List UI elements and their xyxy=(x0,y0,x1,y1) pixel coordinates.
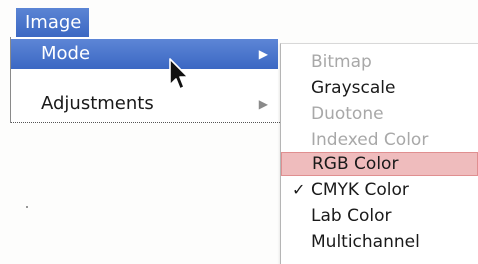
triangle-right-icon: ▶ xyxy=(258,97,268,111)
submenu-item-grayscale[interactable]: Grayscale xyxy=(281,76,478,100)
submenu-item-label: RGB Color xyxy=(312,154,399,174)
submenu-item-label: Bitmap xyxy=(311,52,372,72)
image-dropdown-menu: Mode ▶ Adjustments ▶ xyxy=(10,37,282,123)
submenu-item-label: CMYK Color xyxy=(311,180,409,200)
menu-item-mode[interactable]: Mode ▶ xyxy=(11,39,278,69)
submenu-item-label: Multichannel xyxy=(311,232,420,252)
arrow-pointer-icon xyxy=(169,58,189,90)
menu-item-adjustments-label: Adjustments xyxy=(41,93,154,114)
submenu-item-bitmap: Bitmap xyxy=(281,50,478,74)
checkmark-icon: ✓ xyxy=(292,180,306,199)
menu-item-mode-label: Mode xyxy=(41,43,91,64)
speck xyxy=(26,206,28,208)
triangle-right-icon: ▶ xyxy=(258,47,268,61)
menu-divider xyxy=(11,122,282,123)
submenu-item-lab-color[interactable]: Lab Color xyxy=(281,204,478,228)
submenu-item-label: Duotone xyxy=(311,104,384,124)
submenu-item-label: Grayscale xyxy=(311,78,396,98)
menu-title-image[interactable]: Image xyxy=(16,8,89,38)
submenu-item-cmyk-color[interactable]: ✓ CMYK Color xyxy=(281,178,478,202)
submenu-item-label: Lab Color xyxy=(311,206,392,226)
menu-item-adjustments[interactable]: Adjustments ▶ xyxy=(11,89,278,119)
submenu-item-indexed-color: Indexed Color xyxy=(281,128,478,152)
submenu-item-label: Indexed Color xyxy=(311,130,429,150)
submenu-item-rgb-color[interactable]: RGB Color xyxy=(281,152,478,176)
submenu-item-multichannel[interactable]: Multichannel xyxy=(281,230,478,254)
submenu-item-duotone: Duotone xyxy=(281,102,478,126)
mode-submenu: Bitmap Grayscale Duotone Indexed Color R… xyxy=(280,43,478,264)
